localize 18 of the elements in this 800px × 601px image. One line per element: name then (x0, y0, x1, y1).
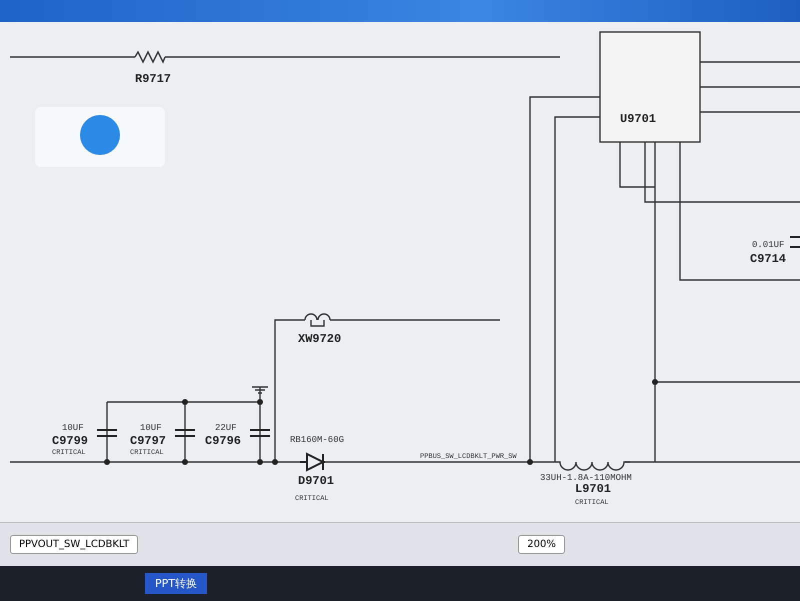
component-ref: L9701 (575, 482, 612, 496)
component-value: 10UF (62, 423, 84, 433)
component-value: 10UF (140, 423, 162, 433)
component-ref: C9797 (130, 434, 166, 448)
component-ref: R9717 (135, 72, 172, 86)
component-value: RB160M-60G (290, 435, 344, 445)
component-ref: XW9720 (298, 332, 342, 346)
component-ref: C9714 (750, 252, 786, 266)
component-ref: C9799 (52, 434, 88, 448)
component-value: 22UF (215, 423, 237, 433)
component-value: 33UH-1.8A-110MOHM (540, 473, 632, 483)
convert-button[interactable]: PPT转换 (145, 573, 207, 594)
component-ref: U9701 (620, 112, 656, 126)
zoom-dropdown[interactable]: 200% (518, 535, 565, 554)
component-value: 0.01UF (752, 240, 784, 250)
component-ref: D9701 (298, 474, 334, 488)
net-name-field[interactable]: PPVOUT_SW_LCDBKLT (10, 535, 138, 554)
component-ref: C9796 (205, 434, 242, 448)
